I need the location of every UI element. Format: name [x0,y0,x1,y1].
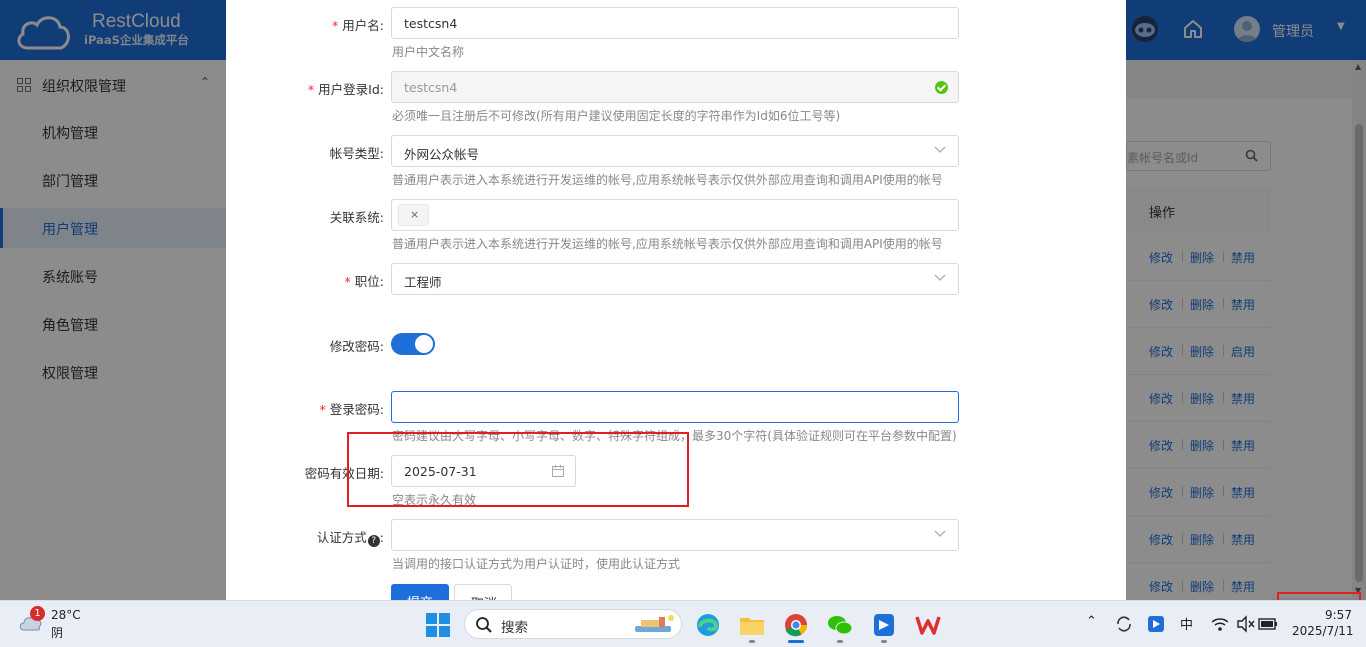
linked-system-select[interactable]: × [391,199,959,231]
login-password-input[interactable] [391,391,959,423]
wechat-icon [828,616,853,635]
input-method-indicator[interactable]: 中 [1180,614,1193,633]
speaker-muted-icon[interactable] [1236,615,1256,633]
login-id-input: testcsn4 [391,71,959,103]
required-mark: * [319,402,326,417]
login-id-label: * 用户登录Id: [307,82,384,97]
required-mark: * [307,82,315,97]
chevron-down-icon [934,530,946,537]
position-value: 工程师 [404,275,442,290]
username-value: testcsn4 [404,16,458,31]
linked-system-hint: 普通用户表示进入本系统进行开发运维的帐号,应用系统帐号表示仅供外部应用查询和调用… [392,237,943,251]
selected-system-tag: × [398,204,429,226]
weather-temperature[interactable]: 28°C [51,608,81,622]
notification-badge: 1 [30,606,45,621]
feishu-button[interactable] [868,609,900,643]
edge-browser-button[interactable] [692,609,724,641]
chevron-down-icon [934,274,946,281]
linked-system-label: 关联系统: [329,210,384,225]
feishu-icon [874,614,894,636]
username-label: * 用户名: [332,18,384,33]
auth-method-select[interactable] [391,519,959,551]
search-highlight-icon [635,615,674,632]
clock-time[interactable]: 9:57 [1325,608,1352,622]
weather-description[interactable]: 阴 [51,624,63,641]
search-icon [476,617,492,633]
auth-method-label: 认证方式?: [316,530,384,547]
running-indicator [837,640,843,643]
submit-button[interactable]: 提交 [391,584,449,600]
running-indicator [881,640,887,643]
help-icon[interactable]: ? [367,535,380,547]
taskbar-search-label: 搜索 [501,620,528,636]
edit-user-dialog: * 用户名: testcsn4 用户中文名称 * 用户登录Id: testcsn4 … [226,0,1126,600]
edge-icon [697,614,719,636]
battery-charging-icon[interactable] [1258,615,1278,633]
sync-icon[interactable] [1114,614,1134,634]
windows-start-icon[interactable] [426,613,450,637]
account-type-value: 外网公众帐号 [404,147,480,162]
cancel-button[interactable]: 取消 [454,584,512,600]
tag-close-icon[interactable]: × [410,208,419,221]
account-type-label: 帐号类型: [329,146,384,161]
login-password-label: * 登录密码: [319,402,384,417]
login-id-value: testcsn4 [404,80,458,95]
username-hint: 用户中文名称 [392,45,465,59]
position-select[interactable]: 工程师 [391,263,959,295]
auth-method-hint: 当调用的接口认证方式为用户认证时，使用此认证方式 [392,557,681,571]
wechat-button[interactable] [824,609,856,643]
change-password-label: 修改密码: [329,339,384,354]
running-indicator [749,640,755,643]
chrome-browser-button[interactable] [780,609,812,643]
account-type-hint: 普通用户表示进入本系统进行开发运维的帐号,应用系统帐号表示仅供外部应用查询和调用… [392,173,943,187]
chrome-icon [785,614,807,637]
required-mark: * [344,274,351,289]
account-type-select[interactable]: 外网公众帐号 [391,135,959,167]
change-password-toggle[interactable] [391,333,435,355]
wps-button[interactable] [912,609,944,641]
toggle-knob [415,335,433,353]
login-id-hint: 必须唯一且注册后不可修改(所有用户建议使用固定长度的字符串作为Id如6位工号等) [392,109,841,123]
username-input[interactable]: testcsn4 [391,7,959,39]
tray-overflow-chevron-icon[interactable]: ⌃ [1086,614,1097,629]
folder-icon [740,618,764,635]
position-label: * 职位: [344,274,384,289]
feishu-tray-icon[interactable] [1147,615,1165,633]
file-explorer-button[interactable] [736,609,768,643]
annotation-box-expiry [347,432,689,507]
wps-icon [915,616,941,635]
taskbar-search[interactable]: 搜索 [464,609,682,639]
running-indicator [788,640,804,643]
check-circle-icon [935,81,948,94]
clock-date[interactable]: 2025/7/11 [1292,624,1354,638]
chevron-down-icon [934,146,946,153]
wifi-icon[interactable] [1210,615,1230,633]
required-mark: * [332,18,339,33]
taskbar: 1 28°C 阴 搜索 ⌃ 中 9:57 2025/7/11 [0,600,1366,647]
